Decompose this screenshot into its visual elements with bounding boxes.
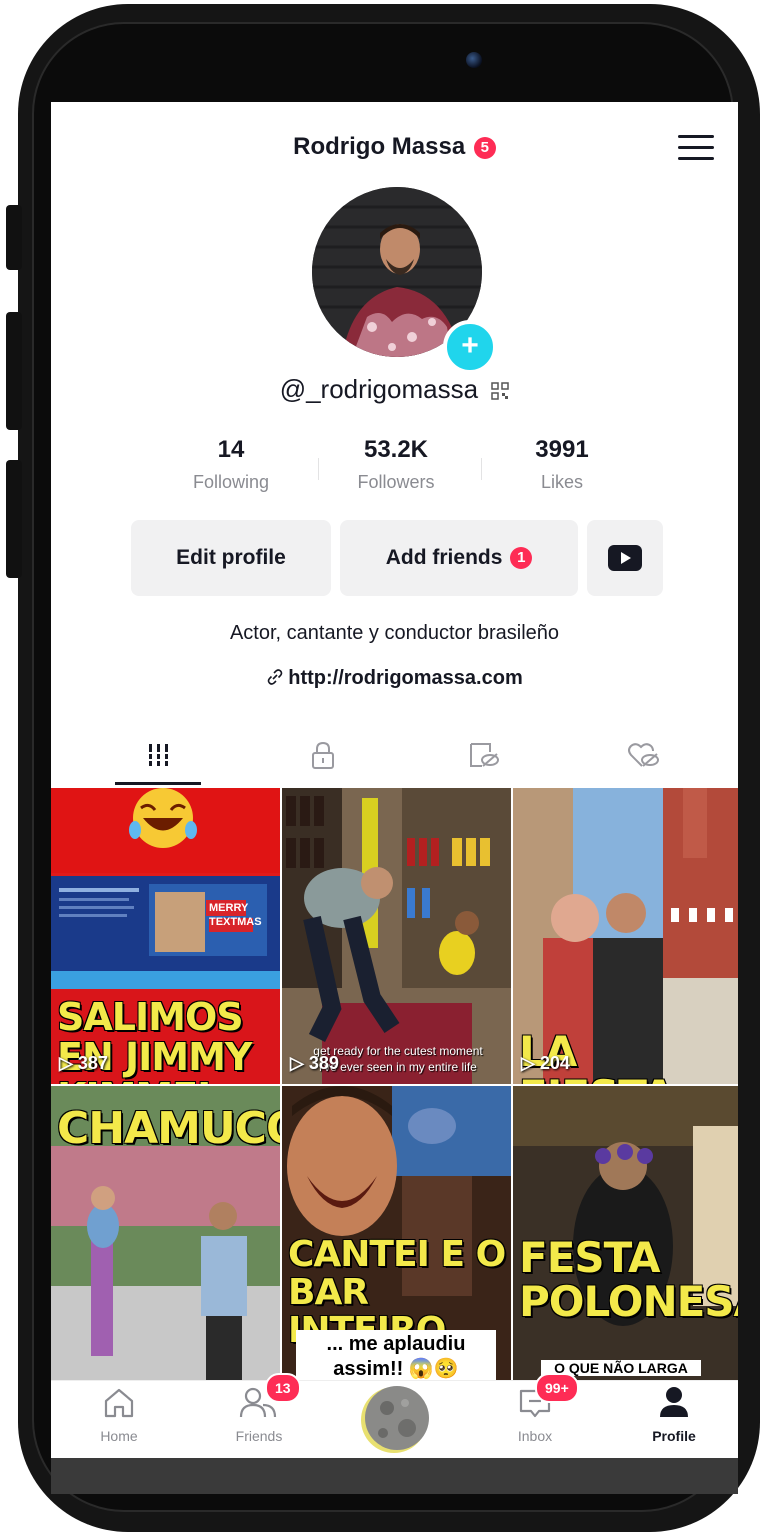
screen: Rodrigo Massa 5 + @_rodrigomassa 14 Foll… (51, 102, 738, 1458)
front-camera (466, 52, 482, 68)
add-avatar-button[interactable]: + (443, 320, 497, 374)
video-thumbnail[interactable]: CANTEI E O BAR INTEIRO... ... me aplaudi… (282, 1086, 511, 1382)
video-grid: MERRY TEXTMAS SALIMOS EN JIMMY KIMMEL ▷ … (51, 788, 738, 1382)
moon-icon (361, 1386, 429, 1453)
link-icon (267, 669, 283, 685)
video-thumbnail[interactable]: get ready for the cutest moment i've eve… (282, 788, 511, 1084)
followers-count: 53.2K (363, 436, 429, 463)
youtube-icon (608, 545, 642, 572)
view-count-value: 387 (77, 1053, 108, 1073)
content-tabs (51, 722, 738, 788)
followers-label: Followers (357, 472, 435, 492)
add-friends-label: Add friends (385, 546, 503, 569)
reposts-icon (469, 743, 499, 767)
liked-icon (627, 743, 659, 767)
video-thumbnail[interactable]: LA FIESTA ▷ 204 (513, 788, 738, 1084)
video-banner: MERRY TEXTMAS (209, 902, 262, 928)
view-count: ▷ 389 (290, 1053, 339, 1073)
stat-following[interactable]: 14 Following (166, 436, 296, 493)
phone-side-button (6, 460, 22, 578)
nav-profile-label: Profile (652, 1428, 696, 1444)
nav-create[interactable] (344, 1383, 444, 1458)
video-thumbnail[interactable]: FESTA POLONESA O QUE NÃO LARGA (513, 1086, 738, 1382)
stat-divider (318, 458, 319, 480)
nav-home[interactable]: Home (69, 1385, 169, 1444)
stat-divider (481, 458, 482, 480)
nav-inbox-label: Inbox (517, 1428, 553, 1444)
phone-bottom-bezel (51, 1458, 738, 1494)
inbox-badge: 99+ (535, 1373, 579, 1403)
likes-count: 3991 (535, 436, 589, 463)
private-lock-icon (311, 741, 334, 769)
phone-side-button (6, 205, 22, 270)
following-count: 14 (217, 436, 245, 463)
qr-code-icon[interactable] (491, 382, 510, 400)
likes-label: Likes (540, 472, 584, 492)
add-friends-button[interactable]: Add friends 1 (340, 520, 578, 596)
view-count-value: 204 (539, 1053, 570, 1073)
account-switch-badge: 5 (473, 136, 496, 159)
view-count: ▷ 204 (521, 1053, 570, 1073)
home-icon (104, 1388, 134, 1418)
handle-text: @_rodrigomassa (279, 374, 479, 404)
profile-name: Rodrigo Massa (293, 133, 466, 160)
edit-profile-button[interactable]: Edit profile (131, 520, 331, 596)
menu-icon[interactable] (678, 135, 714, 161)
tab-videos[interactable] (73, 722, 244, 788)
nav-profile[interactable]: Profile (624, 1385, 724, 1444)
profile-handle: @_rodrigomassa (51, 374, 738, 405)
profile-link[interactable]: http://rodrigomassa.com (51, 667, 738, 690)
profile-stats: 14 Following 53.2K Followers 3991 Likes (181, 436, 621, 496)
active-tab-indicator (115, 782, 201, 785)
view-count: ▷ 387 (59, 1053, 108, 1073)
add-friends-badge: 1 (510, 547, 533, 570)
videos-grid-icon (146, 744, 171, 766)
stat-followers[interactable]: 53.2K Followers (331, 436, 461, 493)
phone-side-button (6, 312, 22, 430)
nav-inbox[interactable]: Inbox 99+ (485, 1373, 585, 1444)
stat-likes[interactable]: 3991 Likes (497, 436, 627, 493)
video-caption: ... me aplaudiu assim!! 😱🥺 (296, 1330, 496, 1382)
header: Rodrigo Massa 5 (51, 102, 738, 197)
nav-friends-label: Friends (235, 1428, 283, 1444)
view-count-value: 389 (308, 1053, 339, 1073)
link-text: http://rodrigomassa.com (288, 667, 523, 689)
edit-profile-label: Edit profile (176, 546, 286, 569)
video-title: FESTA POLONESA (519, 1233, 738, 1327)
video-title: CHAMUCO (57, 1103, 280, 1154)
video-thumbnail[interactable]: MERRY TEXTMAS SALIMOS EN JIMMY KIMMEL ▷ … (51, 788, 280, 1084)
profile-name-title[interactable]: Rodrigo Massa 5 (51, 133, 738, 161)
bio: Actor, cantante y conductor brasileño (229, 622, 560, 644)
video-thumbnail[interactable]: CHAMUCO (51, 1086, 280, 1382)
nav-home-label: Home (100, 1428, 138, 1444)
nav-friends[interactable]: Friends 13 (209, 1373, 309, 1444)
friends-badge: 13 (265, 1373, 301, 1403)
following-label: Following (192, 472, 270, 492)
profile-icon (660, 1387, 688, 1417)
youtube-button[interactable] (587, 520, 663, 596)
tab-liked[interactable] (557, 722, 728, 788)
tab-reposts[interactable] (397, 722, 568, 788)
bottom-nav: Home Friends 13 Inbox 99+ Profile (51, 1373, 738, 1458)
tab-private[interactable] (237, 722, 408, 788)
